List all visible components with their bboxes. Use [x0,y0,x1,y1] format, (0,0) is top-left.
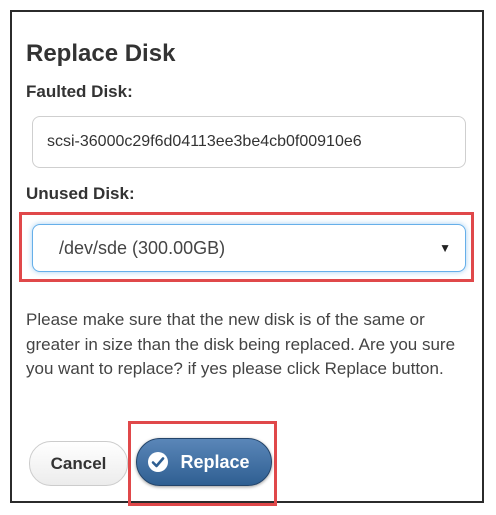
cancel-button[interactable]: Cancel [29,441,128,486]
replace-button[interactable]: Replace [136,438,272,486]
replace-disk-dialog: Replace Disk Faulted Disk: scsi-36000c29… [10,10,484,506]
dialog-title: Replace Disk [26,40,176,67]
faulted-disk-value: scsi-36000c29f6d04113ee3be4cb0f00910e6 [47,133,362,150]
replace-button-label: Replace [180,451,250,472]
unused-disk-select[interactable]: /dev/sde (300.00GB) ▼ [32,224,466,272]
check-circle-icon [148,452,169,472]
caret-down-icon: ▼ [439,241,451,255]
unused-disk-label: Unused Disk: [26,184,135,203]
unused-disk-selected-value: /dev/sde (300.00GB) [59,237,226,258]
confirmation-message: Please make sure that the new disk is of… [26,310,456,378]
faulted-disk-label: Faulted Disk: [26,82,133,101]
faulted-disk-field: scsi-36000c29f6d04113ee3be4cb0f00910e6 [32,116,466,168]
